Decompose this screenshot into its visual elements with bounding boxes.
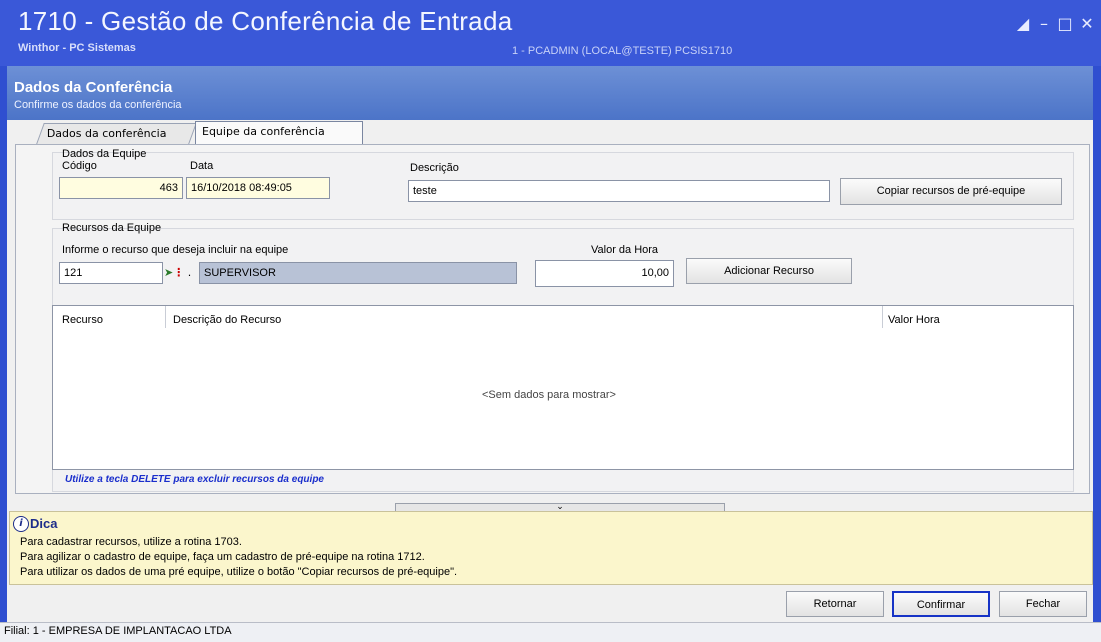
tab-label: Dados da conferência bbox=[46, 127, 167, 140]
date-label: Data bbox=[190, 160, 214, 172]
resources-grid[interactable] bbox=[52, 305, 1074, 470]
close-button[interactable]: Fechar bbox=[999, 591, 1087, 617]
confirm-button[interactable]: Confirmar bbox=[892, 591, 990, 617]
column-header-description[interactable]: Descrição do Recurso bbox=[173, 314, 281, 326]
add-resource-button[interactable]: Adicionar Recurso bbox=[686, 258, 852, 284]
tip-line: Para cadastrar recursos, utilize a rotin… bbox=[20, 536, 242, 548]
column-divider bbox=[165, 306, 166, 328]
hour-value-label: Valor da Hora bbox=[591, 244, 659, 256]
team-group-title: Dados da Equipe bbox=[62, 148, 147, 160]
empty-grid-message: <Sem dados para mostrar> bbox=[482, 389, 616, 401]
resource-search-icon[interactable]: ➤⋮ . bbox=[164, 263, 198, 283]
page-title: Dados da Conferência bbox=[14, 79, 173, 96]
page-subtitle: Confirme os dados da conferência bbox=[14, 99, 182, 111]
restore-icon[interactable]: ◢ bbox=[1012, 14, 1034, 34]
date-field[interactable]: 16/10/2018 08:49:05 bbox=[186, 177, 330, 199]
column-header-resource[interactable]: Recurso bbox=[62, 314, 103, 326]
info-icon: i bbox=[13, 516, 29, 532]
tip-title: Dica bbox=[30, 516, 58, 531]
resource-code-field[interactable]: 121 bbox=[59, 262, 163, 284]
return-button[interactable]: Retornar bbox=[786, 591, 884, 617]
code-field[interactable]: 463 bbox=[59, 177, 183, 199]
status-text: Filial: 1 - EMPRESA DE IMPLANTACAO LTDA bbox=[4, 625, 232, 637]
tip-line: Para utilizar os dados de uma pré equipe… bbox=[20, 566, 458, 578]
resource-name-field: SUPERVISOR bbox=[199, 262, 517, 284]
column-header-hour-value[interactable]: Valor Hora bbox=[888, 314, 940, 326]
tip-line: Para agilizar o cadastro de equipe, faça… bbox=[20, 551, 425, 563]
delete-hint: Utilize a tecla DELETE para excluir recu… bbox=[65, 474, 324, 485]
resources-group-title: Recursos da Equipe bbox=[62, 222, 162, 234]
code-label: Código bbox=[62, 160, 97, 172]
column-divider bbox=[882, 306, 883, 328]
user-info: 1 - PCADMIN (LOCAL@TESTE) PCSIS1710 bbox=[512, 45, 733, 57]
copy-pre-team-button[interactable]: Copiar recursos de pré-equipe bbox=[840, 178, 1062, 205]
inform-resource-label: Informe o recurso que deseja incluir na … bbox=[62, 244, 289, 256]
window-subtitle: Winthor - PC Sistemas bbox=[18, 42, 136, 54]
close-icon[interactable]: ✕ bbox=[1076, 14, 1098, 34]
description-field[interactable]: teste bbox=[408, 180, 830, 202]
window-title: 1710 - Gestão de Conferência de Entrada bbox=[18, 6, 513, 36]
tab-equipe-conferencia[interactable]: Equipe da conferência bbox=[195, 121, 363, 144]
maximize-icon[interactable]: □ bbox=[1054, 14, 1076, 34]
hour-value-field[interactable]: 10,00 bbox=[535, 260, 674, 287]
minimize-icon[interactable]: – bbox=[1033, 14, 1055, 34]
description-label: Descrição bbox=[410, 162, 459, 174]
tab-dados-conferencia[interactable]: Dados da conferência bbox=[36, 123, 197, 144]
